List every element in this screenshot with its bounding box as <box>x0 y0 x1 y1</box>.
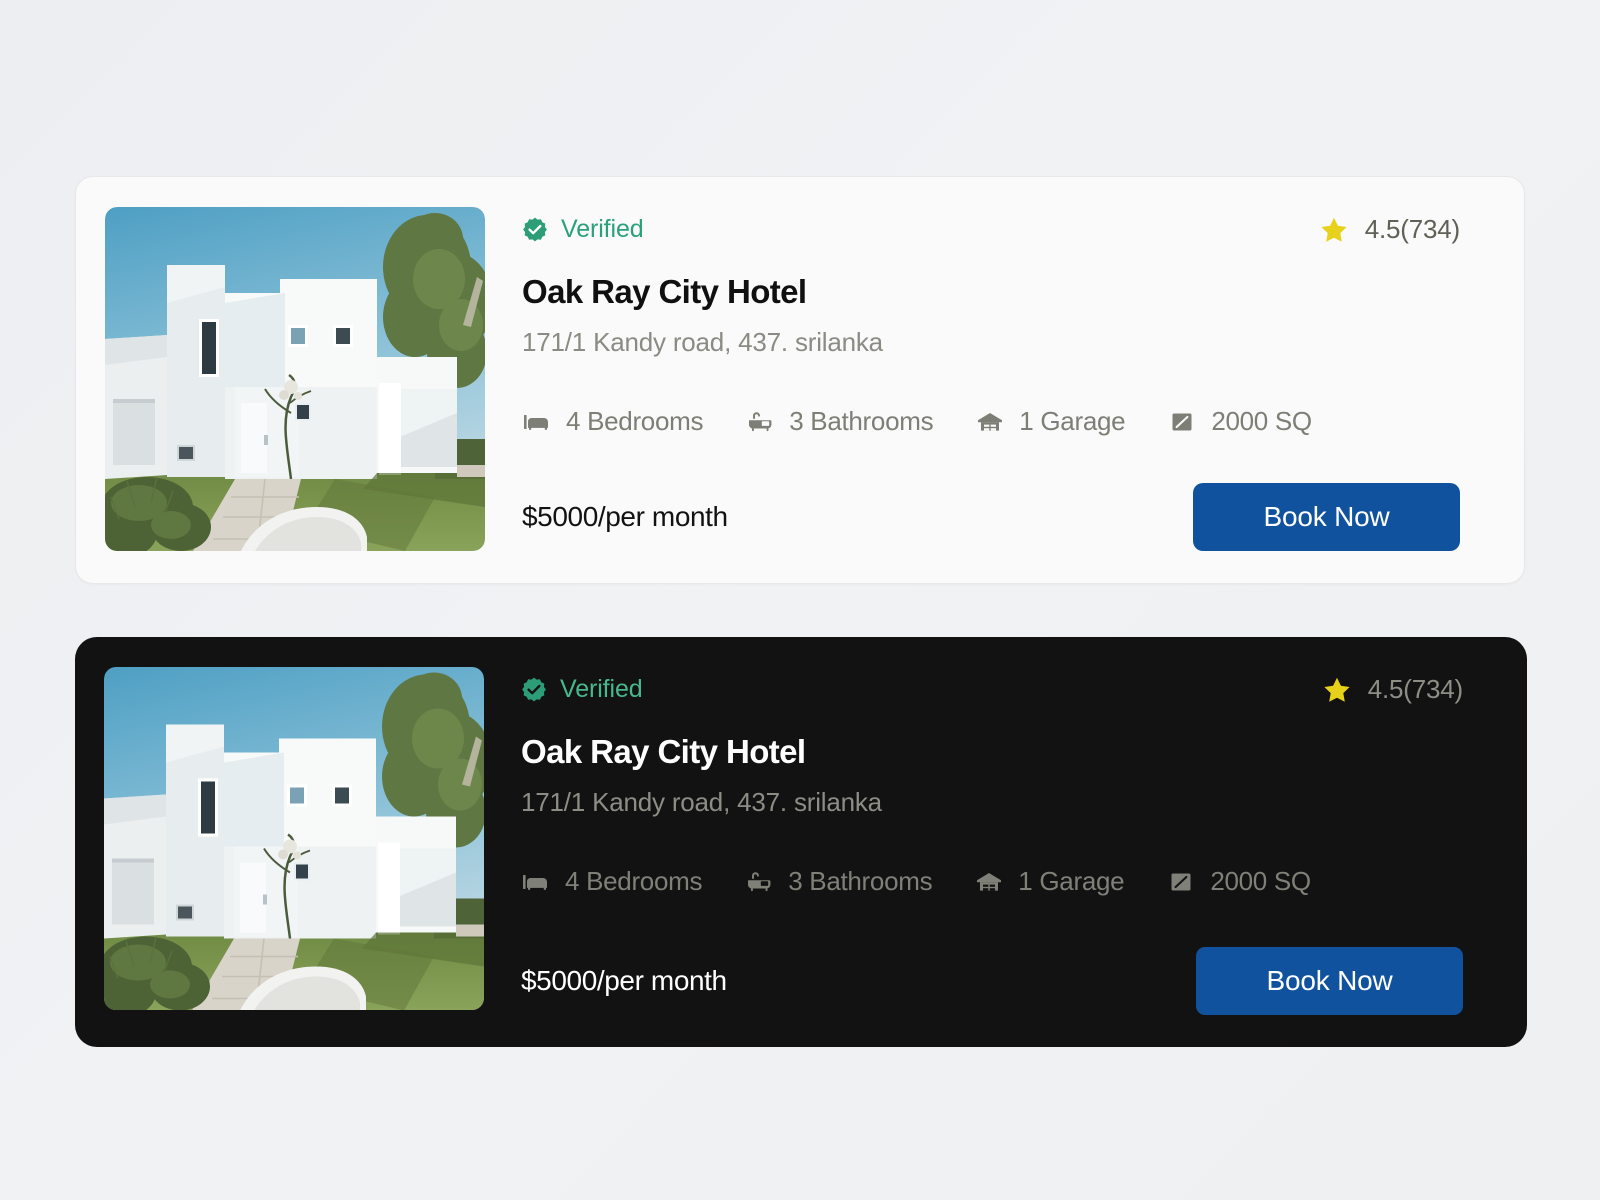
property-title: Oak Ray City Hotel <box>522 273 807 310</box>
page-root: Verified 4.5(734) Oak Ray City Hotel 171… <box>0 0 1600 1200</box>
amenity-label: 3 Bathrooms <box>788 866 933 896</box>
book-now-button[interactable]: Book Now <box>1193 483 1460 551</box>
card-footer: $5000/per month Book Now <box>521 947 1463 1017</box>
bed-icon <box>523 874 547 890</box>
rating-group: 4.5(734) <box>1323 674 1463 705</box>
verified-label: Verified <box>561 215 644 243</box>
card-footer: $5000/per month Book Now <box>522 483 1460 553</box>
garage-icon <box>978 412 1003 431</box>
verified-label: Verified <box>560 675 643 703</box>
book-now-button[interactable]: Book Now <box>1196 947 1463 1015</box>
amenity-area: 2000 SQ <box>1167 406 1312 437</box>
amenity-bedrooms: 4 Bedrooms <box>521 866 702 897</box>
property-price: $5000/per month <box>521 965 727 996</box>
rating-value: 4.5(734) <box>1367 674 1463 704</box>
property-title: Oak Ray City Hotel <box>521 733 806 770</box>
amenity-label: 4 Bedrooms <box>566 406 704 436</box>
amenity-bathrooms: 3 Bathrooms <box>744 866 933 897</box>
amenity-bedrooms: 4 Bedrooms <box>522 406 703 437</box>
verified-badge-icon <box>522 677 546 701</box>
garage-icon <box>977 872 1002 891</box>
amenity-garage: 1 Garage <box>974 866 1125 897</box>
property-photo[interactable] <box>105 207 485 551</box>
rating-group: 4.5(734) <box>1320 214 1460 245</box>
area-icon <box>1172 413 1192 430</box>
amenities-list: 4 Bedrooms 3 Bathrooms 1 Garage 2000 SQ <box>522 406 1460 437</box>
amenity-area: 2000 SQ <box>1166 866 1311 897</box>
star-icon <box>1321 217 1347 242</box>
property-address: 171/1 Kandy road, 437. srilanka <box>521 787 882 817</box>
bathtub-icon <box>748 871 771 891</box>
verified-badge: Verified <box>521 675 643 704</box>
amenities-list: 4 Bedrooms 3 Bathrooms 1 Garage 2000 SQ <box>521 866 1463 897</box>
bathtub-icon <box>749 411 772 431</box>
amenity-label: 2000 SQ <box>1210 866 1311 896</box>
verified-badge-icon <box>523 217 547 241</box>
card-top-row: Verified 4.5(734) <box>522 214 1460 245</box>
property-address: 171/1 Kandy road, 437. srilanka <box>522 327 883 357</box>
property-photo-image <box>105 207 485 551</box>
property-card-dark[interactable]: Verified 4.5(734) Oak Ray City Hotel 171… <box>75 637 1527 1047</box>
property-photo[interactable] <box>104 667 484 1010</box>
bed-icon <box>524 414 548 430</box>
amenity-label: 1 Garage <box>1019 406 1126 436</box>
star-icon <box>1324 677 1350 702</box>
area-icon <box>1171 873 1191 890</box>
card-body: Verified 4.5(734) Oak Ray City Hotel 171… <box>522 207 1460 553</box>
card-top-row: Verified 4.5(734) <box>521 674 1463 705</box>
amenity-label: 2000 SQ <box>1211 406 1312 436</box>
property-card-light[interactable]: Verified 4.5(734) Oak Ray City Hotel 171… <box>75 176 1525 584</box>
property-photo-image <box>104 667 484 1010</box>
amenity-bathrooms: 3 Bathrooms <box>745 406 934 437</box>
amenity-label: 1 Garage <box>1018 866 1125 896</box>
property-price: $5000/per month <box>522 501 728 532</box>
amenity-label: 4 Bedrooms <box>565 866 703 896</box>
amenity-garage: 1 Garage <box>975 406 1126 437</box>
card-body: Verified 4.5(734) Oak Ray City Hotel 171… <box>521 667 1463 1017</box>
verified-badge: Verified <box>522 215 644 244</box>
amenity-label: 3 Bathrooms <box>789 406 934 436</box>
rating-value: 4.5(734) <box>1364 214 1460 244</box>
